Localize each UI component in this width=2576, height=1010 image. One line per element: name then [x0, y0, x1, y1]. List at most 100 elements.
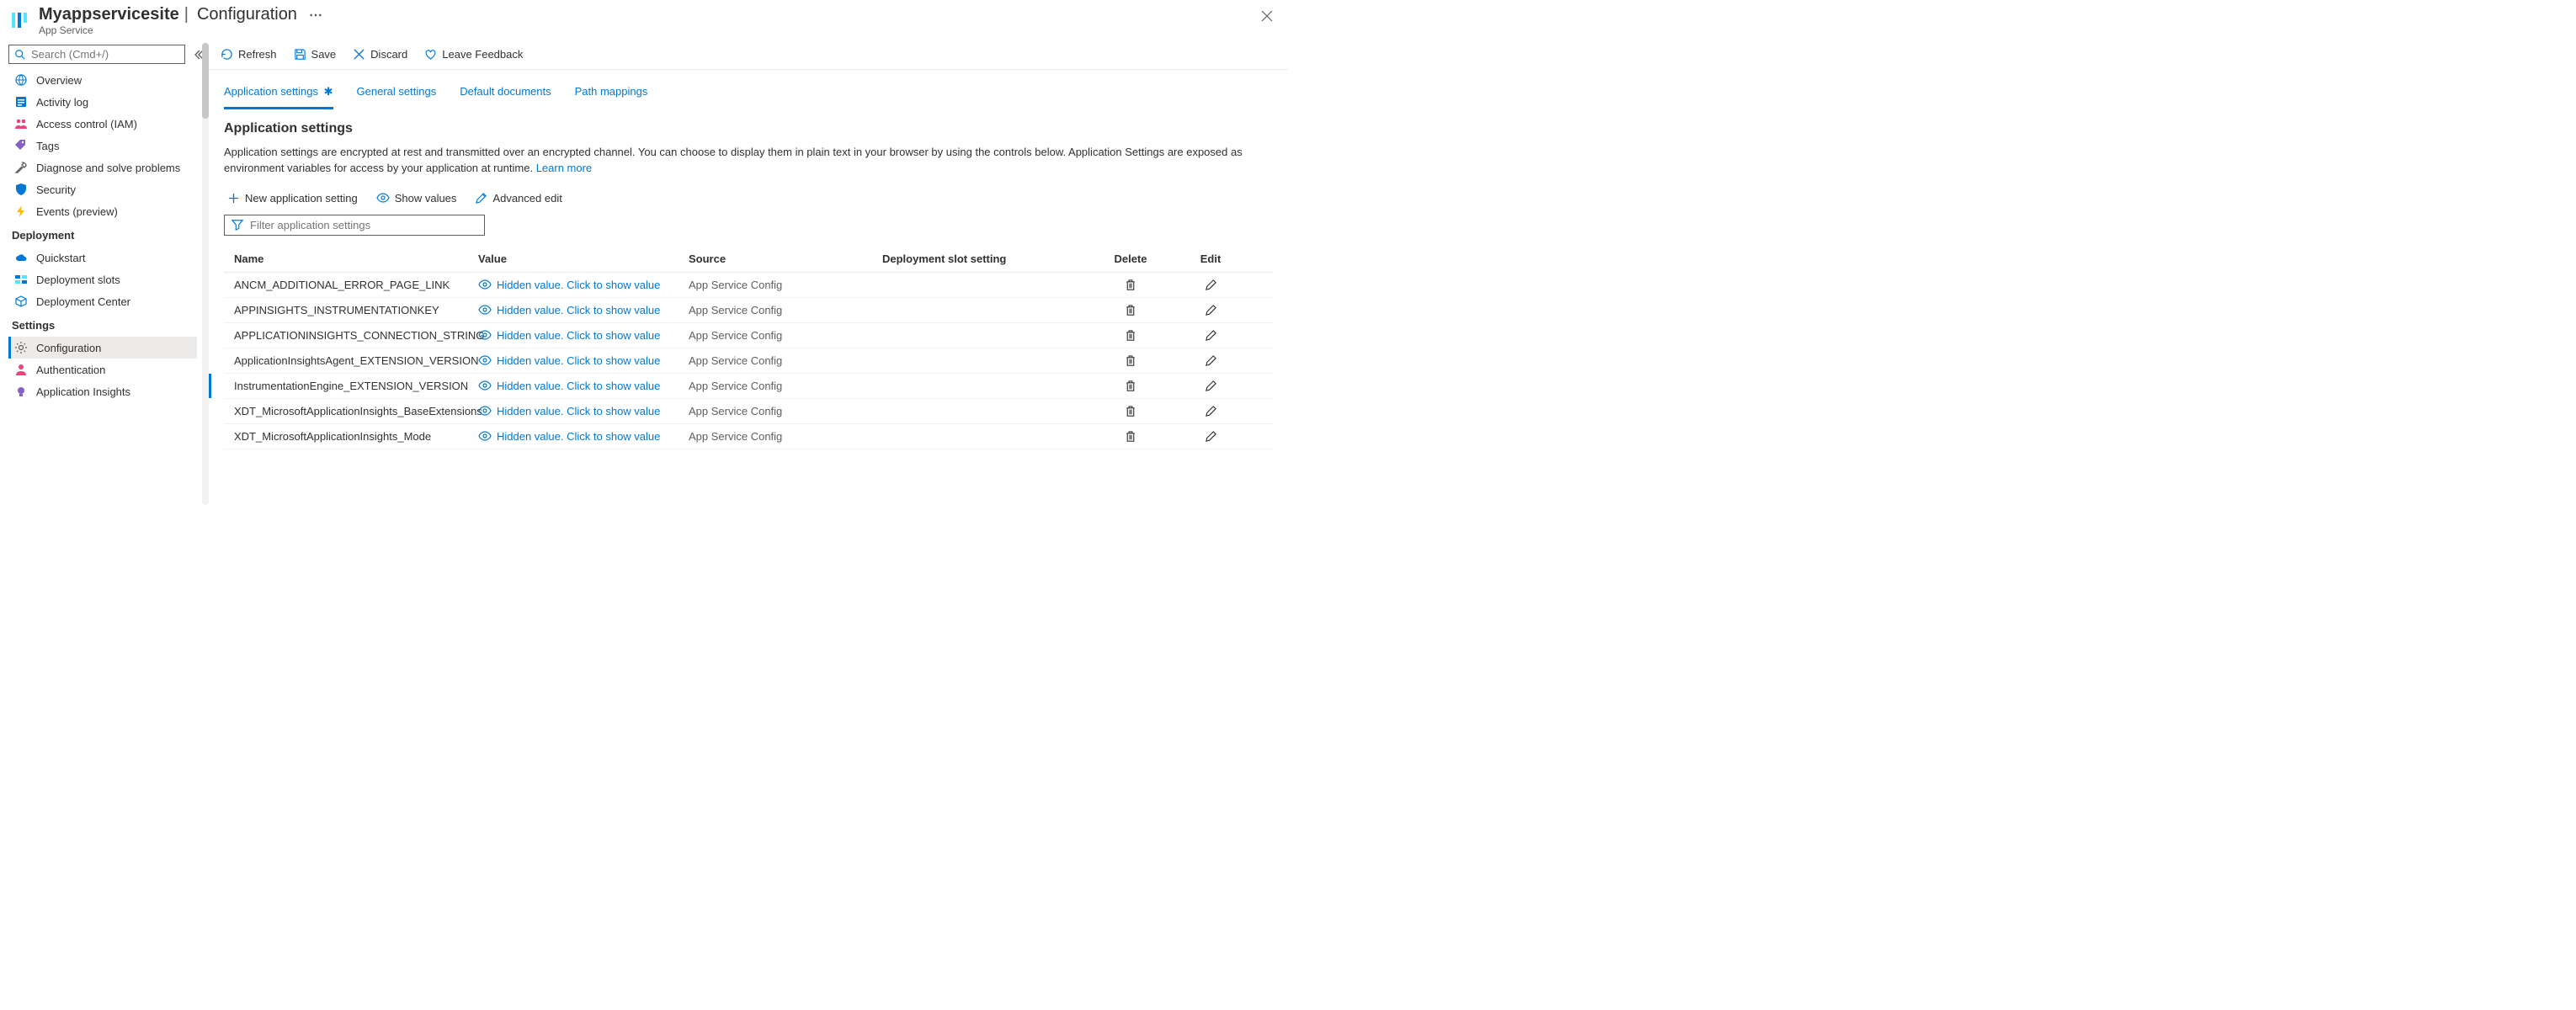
- plus-icon: [227, 192, 240, 205]
- edit-button[interactable]: [1177, 380, 1244, 392]
- trash-icon: [1125, 380, 1136, 392]
- hidden-value-button[interactable]: Hidden value. Click to show value: [478, 380, 689, 392]
- show-values-button[interactable]: Show values: [376, 192, 457, 205]
- sidebar-item-overview[interactable]: Overview: [8, 69, 197, 91]
- eye-icon: [478, 305, 492, 315]
- table-row[interactable]: InstrumentationEngine_EXTENSION_VERSION …: [224, 374, 1273, 399]
- table-row[interactable]: ANCM_ADDITIONAL_ERROR_PAGE_LINK Hidden v…: [224, 273, 1273, 298]
- sidebar-item-authentication[interactable]: Authentication: [8, 359, 197, 380]
- edit-button[interactable]: [1177, 279, 1244, 291]
- delete-button[interactable]: [1084, 329, 1177, 342]
- refresh-button[interactable]: Refresh: [221, 48, 277, 61]
- sidebar-item-label: Access control (IAM): [36, 118, 137, 130]
- box-icon: [14, 295, 28, 308]
- table-row[interactable]: APPLICATIONINSIGHTS_CONNECTION_STRING Hi…: [224, 323, 1273, 348]
- eye-icon: [478, 406, 492, 416]
- tab-general-settings[interactable]: General settings: [357, 80, 437, 109]
- refresh-icon: [221, 48, 233, 61]
- setting-name: APPLICATIONINSIGHTS_CONNECTION_STRING: [234, 329, 478, 342]
- close-icon[interactable]: [1256, 5, 1278, 27]
- slots-icon: [14, 273, 28, 286]
- trash-icon: [1125, 329, 1136, 342]
- new-setting-button[interactable]: New application setting: [227, 192, 358, 205]
- sidebar-item-label: Configuration: [36, 342, 101, 354]
- col-edit: Edit: [1177, 252, 1244, 265]
- feedback-button[interactable]: Leave Feedback: [424, 48, 523, 61]
- bolt-icon: [14, 205, 28, 218]
- hidden-value-button[interactable]: Hidden value. Click to show value: [478, 304, 689, 316]
- hidden-value-button[interactable]: Hidden value. Click to show value: [478, 430, 689, 443]
- sidebar-item-label: Deployment Center: [36, 295, 130, 308]
- edit-button[interactable]: [1177, 304, 1244, 316]
- setting-name: ApplicationInsightsAgent_EXTENSION_VERSI…: [234, 354, 478, 367]
- delete-button[interactable]: [1084, 354, 1177, 367]
- edit-button[interactable]: [1177, 430, 1244, 443]
- table-row[interactable]: ApplicationInsightsAgent_EXTENSION_VERSI…: [224, 348, 1273, 374]
- advanced-edit-button[interactable]: Advanced edit: [475, 192, 562, 205]
- delete-button[interactable]: [1084, 279, 1177, 291]
- tab-application-settings[interactable]: Application settings ✱: [224, 80, 333, 109]
- person-icon: [14, 363, 28, 376]
- appservice-icon: [8, 8, 32, 32]
- sidebar-item-events-preview-[interactable]: Events (preview): [8, 200, 197, 222]
- trash-icon: [1125, 430, 1136, 443]
- setting-name: APPINSIGHTS_INSTRUMENTATIONKEY: [234, 304, 478, 316]
- sidebar-scrollbar[interactable]: [202, 43, 209, 505]
- globe-icon: [14, 73, 28, 87]
- learn-more-link[interactable]: Learn more: [536, 162, 592, 174]
- save-button[interactable]: Save: [294, 48, 337, 61]
- col-name: Name: [234, 252, 478, 265]
- sidebar-item-label: Diagnose and solve problems: [36, 162, 180, 174]
- resource-name: Myappservicesite: [39, 5, 179, 24]
- setting-name: XDT_MicrosoftApplicationInsights_BaseExt…: [234, 405, 478, 417]
- pencil-icon: [1205, 279, 1217, 291]
- sidebar-item-diagnose-and-solve-problems[interactable]: Diagnose and solve problems: [8, 157, 197, 178]
- eye-icon: [478, 431, 492, 441]
- tag-icon: [14, 139, 28, 152]
- sidebar-item-quickstart[interactable]: Quickstart: [8, 247, 197, 268]
- edit-button[interactable]: [1177, 329, 1244, 342]
- hidden-value-button[interactable]: Hidden value. Click to show value: [478, 354, 689, 367]
- sidebar-item-label: Events (preview): [36, 205, 118, 218]
- sidebar-item-application-insights[interactable]: Application Insights: [8, 380, 197, 402]
- pencil-icon: [1205, 380, 1217, 392]
- edit-button[interactable]: [1177, 405, 1244, 417]
- col-value: Value: [478, 252, 689, 265]
- hidden-value-button[interactable]: Hidden value. Click to show value: [478, 279, 689, 291]
- hidden-value-button[interactable]: Hidden value. Click to show value: [478, 329, 689, 342]
- search-input[interactable]: [31, 48, 179, 61]
- delete-button[interactable]: [1084, 405, 1177, 417]
- table-row[interactable]: APPINSIGHTS_INSTRUMENTATIONKEY Hidden va…: [224, 298, 1273, 323]
- sidebar-item-deployment-center[interactable]: Deployment Center: [8, 290, 197, 312]
- delete-button[interactable]: [1084, 430, 1177, 443]
- sidebar-item-label: Activity log: [36, 96, 88, 109]
- setting-source: App Service Config: [689, 279, 882, 291]
- hidden-value-button[interactable]: Hidden value. Click to show value: [478, 405, 689, 417]
- sidebar-item-configuration[interactable]: Configuration: [8, 337, 197, 359]
- sidebar-item-tags[interactable]: Tags: [8, 135, 197, 157]
- tab-default-documents[interactable]: Default documents: [460, 80, 551, 109]
- filter-input[interactable]: [250, 219, 477, 231]
- delete-button[interactable]: [1084, 380, 1177, 392]
- trash-icon: [1125, 354, 1136, 367]
- trash-icon: [1125, 279, 1136, 291]
- sidebar-item-security[interactable]: Security: [8, 178, 197, 200]
- discard-button[interactable]: Discard: [353, 48, 407, 61]
- more-icon[interactable]: ⋯: [309, 7, 322, 24]
- setting-name: XDT_MicrosoftApplicationInsights_Mode: [234, 430, 478, 443]
- tab-path-mappings[interactable]: Path mappings: [575, 80, 648, 109]
- table-row[interactable]: XDT_MicrosoftApplicationInsights_Mode Hi…: [224, 424, 1273, 449]
- page-title: Myappservicesite | Configuration ⋯: [39, 5, 1256, 24]
- sidebar-item-activity-log[interactable]: Activity log: [8, 91, 197, 113]
- heart-icon: [424, 48, 437, 61]
- filter-settings[interactable]: [224, 215, 485, 236]
- eye-icon: [478, 279, 492, 290]
- sidebar-item-access-control-iam-[interactable]: Access control (IAM): [8, 113, 197, 135]
- log-icon: [14, 95, 28, 109]
- col-source: Source: [689, 252, 882, 265]
- table-row[interactable]: XDT_MicrosoftApplicationInsights_BaseExt…: [224, 399, 1273, 424]
- edit-button[interactable]: [1177, 354, 1244, 367]
- delete-button[interactable]: [1084, 304, 1177, 316]
- sidebar-item-deployment-slots[interactable]: Deployment slots: [8, 268, 197, 290]
- sidebar-search[interactable]: [8, 45, 185, 64]
